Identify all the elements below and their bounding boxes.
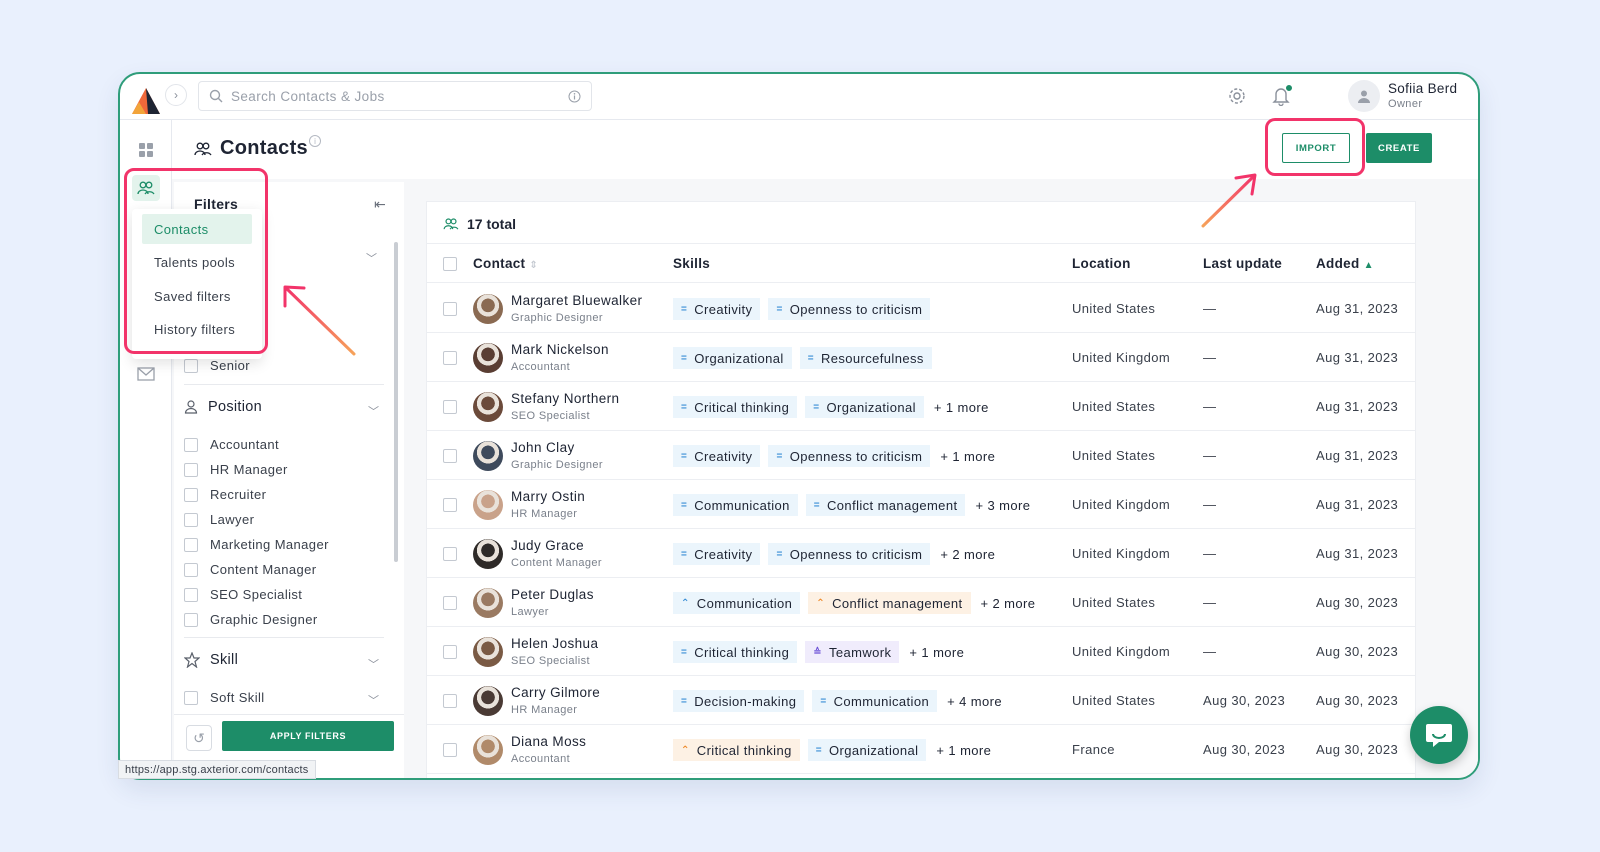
annotation-arrows	[283, 173, 1257, 356]
chat-support-button[interactable]	[1410, 706, 1468, 764]
arrow-to-import-icon	[1201, 173, 1257, 228]
arrow-to-menu-icon	[283, 285, 356, 356]
status-bar-url: https://app.stg.axterior.com/contacts	[118, 760, 316, 779]
chat-bubble-icon	[1426, 724, 1452, 747]
